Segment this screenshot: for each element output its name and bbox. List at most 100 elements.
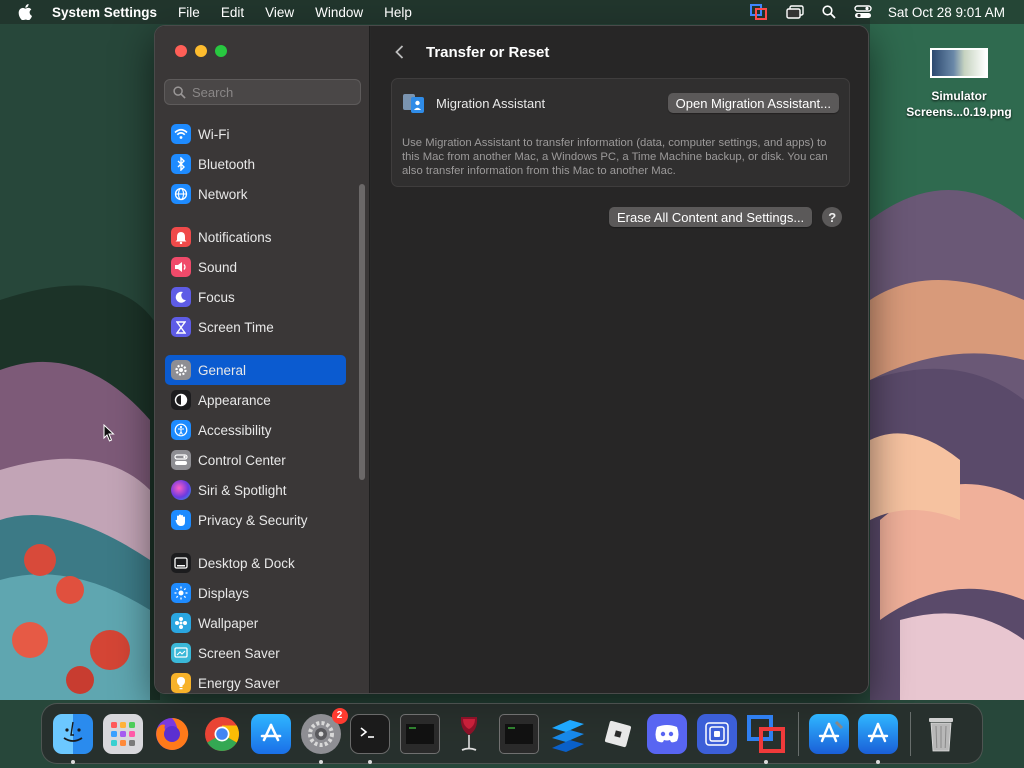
- menu-edit[interactable]: Edit: [221, 5, 244, 20]
- running-indicator: [764, 759, 768, 764]
- wine-icon: [449, 714, 489, 754]
- help-button[interactable]: ?: [822, 207, 843, 227]
- display-icon: [171, 583, 191, 603]
- dock-discord[interactable]: [645, 712, 689, 756]
- dock-xcode[interactable]: [807, 712, 851, 756]
- notification-badge: 2: [331, 707, 348, 724]
- sidebar-item-label: Screen Time: [198, 319, 274, 335]
- sidebar-item-accessibility[interactable]: Accessibility: [165, 415, 346, 445]
- sidebar-item-notifications[interactable]: Notifications: [165, 222, 346, 252]
- xcode-icon: [808, 713, 849, 754]
- siri-icon: [171, 480, 191, 500]
- back-button[interactable]: [389, 42, 409, 62]
- dock-screen-app[interactable]: [695, 712, 739, 756]
- sidebar-item-appearance[interactable]: Appearance: [165, 385, 346, 415]
- apple-menu-icon[interactable]: [18, 4, 38, 20]
- menu-window[interactable]: Window: [315, 5, 363, 20]
- menu-app-name[interactable]: System Settings: [52, 5, 157, 20]
- moon-icon: [171, 287, 191, 307]
- dock-wine[interactable]: [447, 712, 491, 756]
- dock-launchpad[interactable]: [101, 712, 145, 756]
- sidebar-item-focus[interactable]: Focus: [165, 282, 346, 312]
- menu-clock[interactable]: Sat Oct 28 9:01 AM: [888, 5, 1005, 20]
- bluetooth-icon: [171, 154, 191, 174]
- sidebar-item-control-center[interactable]: Control Center: [165, 445, 346, 475]
- search-field[interactable]: [164, 79, 361, 105]
- search-icon: [173, 85, 186, 99]
- menu-view[interactable]: View: [265, 5, 294, 20]
- dock-separator: [909, 711, 911, 756]
- sidebar-item-label: Notifications: [198, 229, 272, 245]
- dock-roblox[interactable]: [596, 712, 640, 756]
- sidebar-item-wifi[interactable]: Wi-Fi: [165, 119, 346, 149]
- menu-file[interactable]: File: [178, 5, 200, 20]
- sidebar-item-label: Wi-Fi: [198, 126, 230, 142]
- desktop-file-screenshot[interactable]: Simulator Screens...0.19.png: [900, 48, 1018, 120]
- dock-console-1[interactable]: [398, 712, 442, 756]
- dock-simulator[interactable]: [856, 712, 900, 764]
- desktop-file-name-line2: Screens...0.19.png: [906, 105, 1012, 119]
- sidebar-item-label: Bluetooth: [198, 156, 256, 172]
- sidebar-item-screen-time[interactable]: Screen Time: [165, 312, 346, 342]
- dock-trash[interactable]: [919, 712, 963, 756]
- dock-stack-app[interactable]: [546, 712, 590, 756]
- menu-help[interactable]: Help: [384, 5, 412, 20]
- system-settings-window: Wi-Fi Bluetooth Network: [154, 25, 869, 694]
- open-migration-assistant-button[interactable]: Open Migration Assistant...: [667, 93, 839, 113]
- search-input[interactable]: [192, 84, 352, 100]
- minimize-window-button[interactable]: [195, 45, 207, 57]
- zoom-window-button[interactable]: [215, 45, 227, 57]
- console-icon-2: [498, 713, 539, 754]
- migration-assistant-card: Migration Assistant Open Migration Assis…: [391, 78, 850, 187]
- menu-bar: System Settings File Edit View Window He…: [0, 0, 1024, 24]
- sidebar-item-label: Desktop & Dock: [198, 555, 295, 571]
- dock-finder[interactable]: [51, 712, 95, 764]
- chrome-icon: [202, 714, 242, 754]
- sidebar-item-label: Privacy & Security: [198, 512, 308, 528]
- terminal-icon: [350, 713, 390, 754]
- dock-icon: [171, 553, 191, 573]
- dock-chrome[interactable]: [200, 712, 244, 756]
- dock-console-2[interactable]: [497, 712, 541, 756]
- sidebar-item-desktop-dock[interactable]: Desktop & Dock: [165, 548, 346, 578]
- sidebar-list: Wi-Fi Bluetooth Network Notifications So…: [155, 119, 370, 693]
- sidebar-item-label: Control Center: [198, 452, 286, 468]
- dock-separator: [797, 711, 799, 756]
- screen-mirroring-icon[interactable]: [786, 5, 804, 19]
- sidebar-item-label: Displays: [198, 585, 250, 601]
- sidebar-scrollbar[interactable]: [359, 184, 365, 480]
- sidebar-group-general: General Appearance Accessibility Control…: [155, 355, 370, 535]
- wallpaper-icon: [171, 613, 191, 633]
- spotlight-search-icon[interactable]: [822, 5, 836, 19]
- parallels-menu-icon[interactable]: [749, 4, 768, 20]
- sidebar-item-wallpaper[interactable]: Wallpaper: [165, 608, 346, 638]
- sidebar-item-general[interactable]: General: [165, 355, 346, 385]
- dock-app-store[interactable]: [249, 712, 293, 756]
- erase-all-content-button[interactable]: Erase All Content and Settings...: [609, 207, 813, 227]
- dock-firefox[interactable]: [150, 712, 194, 756]
- gear-icon: [171, 360, 191, 380]
- close-window-button[interactable]: [175, 45, 187, 57]
- sidebar-item-energy-saver[interactable]: Energy Saver: [165, 668, 346, 693]
- sidebar-item-displays[interactable]: Displays: [165, 578, 346, 608]
- sidebar-item-label: Network: [198, 186, 248, 202]
- dock-system-settings[interactable]: 2: [299, 707, 348, 764]
- sidebar-item-privacy-security[interactable]: Privacy & Security: [165, 505, 346, 535]
- sidebar-item-bluetooth[interactable]: Bluetooth: [165, 149, 346, 179]
- sidebar-item-siri-spotlight[interactable]: Siri & Spotlight: [165, 475, 346, 505]
- erase-row: Erase All Content and Settings... ?: [609, 207, 843, 227]
- control-center-menu-icon[interactable]: [854, 5, 872, 19]
- discord-icon: [647, 713, 687, 754]
- console-icon-1: [399, 713, 440, 754]
- chevron-left-icon: [394, 45, 403, 59]
- dock-terminal[interactable]: [348, 712, 392, 764]
- dock-parallels[interactable]: [744, 712, 788, 764]
- sidebar-item-label: Accessibility: [198, 422, 272, 438]
- file-thumbnail: [930, 48, 988, 78]
- sidebar-item-network[interactable]: Network: [165, 179, 346, 209]
- screen-app-icon: [696, 713, 737, 754]
- sidebar-item-screen-saver[interactable]: Screen Saver: [165, 638, 346, 668]
- sidebar-item-label: Siri & Spotlight: [198, 482, 287, 498]
- sidebar-item-sound[interactable]: Sound: [165, 252, 346, 282]
- wifi-icon: [171, 124, 191, 144]
